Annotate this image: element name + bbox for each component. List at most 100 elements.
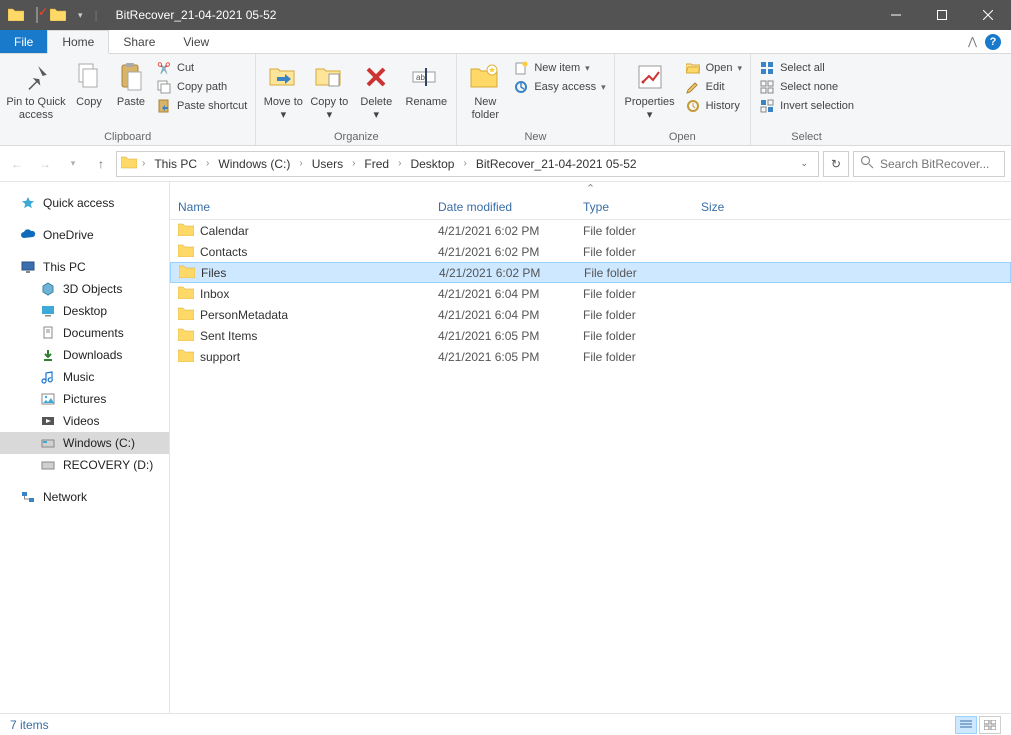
folder-icon: [121, 155, 137, 172]
ribbon-group-organize: Move to ▾ Copy to ▾ Delete▾ ab Rename Or…: [256, 54, 457, 145]
chevron-right-icon[interactable]: ›: [296, 158, 305, 169]
breadcrumb-item[interactable]: Desktop: [406, 157, 458, 171]
tab-share[interactable]: Share: [109, 30, 169, 53]
copy-to-button[interactable]: Copy to ▾: [306, 58, 352, 124]
chevron-right-icon[interactable]: ›: [460, 158, 469, 169]
nav-3d-objects[interactable]: 3D Objects: [0, 278, 169, 300]
copy-button[interactable]: Copy: [68, 58, 110, 111]
file-row[interactable]: Files4/21/2021 6:02 PMFile folder: [170, 262, 1011, 283]
minimize-button[interactable]: [873, 0, 919, 30]
easy-access-button[interactable]: Easy access ▾: [513, 79, 605, 95]
address-dropdown-icon[interactable]: ⌄: [794, 158, 814, 169]
delete-button[interactable]: Delete▾: [352, 58, 400, 124]
breadcrumb-item[interactable]: Fred: [360, 157, 393, 171]
nav-windows-c[interactable]: Windows (C:): [0, 432, 169, 454]
file-type: File folder: [575, 287, 693, 301]
music-icon: [40, 369, 56, 385]
qat-dropdown-icon[interactable]: ▾: [78, 10, 83, 21]
chevron-right-icon[interactable]: ›: [395, 158, 404, 169]
view-large-icons-button[interactable]: [979, 716, 1001, 734]
chevron-right-icon[interactable]: ›: [203, 158, 212, 169]
status-text: 7 items: [10, 718, 49, 732]
column-header-type[interactable]: Type: [575, 200, 693, 214]
chevron-right-icon[interactable]: ›: [349, 158, 358, 169]
copy-path-button[interactable]: Copy path: [156, 79, 247, 95]
ribbon: Pin to Quick access Copy Paste ✂️Cut Cop…: [0, 54, 1011, 146]
ribbon-group-label: Open: [619, 131, 746, 145]
breadcrumb-item[interactable]: Windows (C:): [214, 157, 294, 171]
tab-view[interactable]: View: [169, 30, 223, 53]
refresh-button[interactable]: ↻: [823, 151, 849, 177]
tab-file[interactable]: File: [0, 30, 47, 53]
file-row[interactable]: Sent Items4/21/2021 6:05 PMFile folder: [170, 325, 1011, 346]
file-row[interactable]: Calendar4/21/2021 6:02 PMFile folder: [170, 220, 1011, 241]
breadcrumb-item[interactable]: Users: [308, 157, 347, 171]
column-header-date[interactable]: Date modified: [430, 200, 575, 214]
recent-locations-button[interactable]: ▾: [62, 153, 84, 175]
select-none-button[interactable]: Select none: [759, 79, 854, 95]
qat-checkbox[interactable]: [36, 8, 38, 22]
nav-desktop[interactable]: Desktop: [0, 300, 169, 322]
new-folder-button[interactable]: New folder: [461, 58, 509, 124]
search-box[interactable]: [853, 151, 1005, 177]
ribbon-group-clipboard: Pin to Quick access Copy Paste ✂️Cut Cop…: [0, 54, 256, 145]
breadcrumb[interactable]: › This PC› Windows (C:)› Users› Fred› De…: [116, 151, 819, 177]
file-type: File folder: [575, 224, 693, 238]
cut-button[interactable]: ✂️Cut: [156, 60, 247, 76]
file-name: support: [200, 350, 240, 364]
rename-button[interactable]: ab Rename: [400, 58, 452, 111]
forward-button[interactable]: →: [34, 153, 56, 175]
nav-network[interactable]: Network: [0, 486, 169, 508]
pin-to-quick-access-button[interactable]: Pin to Quick access: [4, 58, 68, 124]
help-icon[interactable]: ?: [985, 34, 1001, 50]
nav-documents[interactable]: Documents: [0, 322, 169, 344]
maximize-button[interactable]: [919, 0, 965, 30]
properties-button[interactable]: Properties▾: [619, 58, 681, 124]
file-row[interactable]: Contacts4/21/2021 6:02 PMFile folder: [170, 241, 1011, 262]
nav-recovery-d[interactable]: RECOVERY (D:): [0, 454, 169, 476]
tab-home[interactable]: Home: [47, 30, 109, 54]
file-name: Files: [201, 266, 226, 280]
chevron-right-icon[interactable]: ›: [139, 158, 148, 169]
file-row[interactable]: support4/21/2021 6:05 PMFile folder: [170, 346, 1011, 367]
open-button[interactable]: Open ▾: [685, 60, 742, 76]
edit-icon: [685, 79, 701, 95]
nav-pictures[interactable]: Pictures: [0, 388, 169, 410]
history-button[interactable]: History: [685, 98, 742, 114]
file-date: 4/21/2021 6:04 PM: [430, 308, 575, 322]
edit-button[interactable]: Edit: [685, 79, 742, 95]
nav-downloads[interactable]: Downloads: [0, 344, 169, 366]
folder-icon: [178, 348, 194, 365]
nav-videos[interactable]: Videos: [0, 410, 169, 432]
paste-shortcut-button[interactable]: Paste shortcut: [156, 98, 247, 114]
file-row[interactable]: PersonMetadata4/21/2021 6:04 PMFile fold…: [170, 304, 1011, 325]
breadcrumb-item[interactable]: BitRecover_21-04-2021 05-52: [472, 157, 641, 171]
cube-icon: [40, 281, 56, 297]
column-header-name[interactable]: Name: [170, 200, 430, 214]
up-button[interactable]: ↑: [90, 153, 112, 175]
paste-button[interactable]: Paste: [110, 58, 152, 111]
column-header-size[interactable]: Size: [693, 200, 773, 214]
new-folder-label: New folder: [463, 96, 507, 122]
breadcrumb-item[interactable]: This PC: [150, 157, 201, 171]
copyto-label: Copy to ▾: [308, 96, 350, 122]
nav-music[interactable]: Music: [0, 366, 169, 388]
properties-icon: [637, 60, 663, 94]
move-to-button[interactable]: Move to ▾: [260, 58, 306, 124]
nav-quick-access[interactable]: Quick access: [0, 192, 169, 214]
view-details-button[interactable]: [955, 716, 977, 734]
nav-this-pc[interactable]: This PC: [0, 256, 169, 278]
close-button[interactable]: [965, 0, 1011, 30]
back-button[interactable]: ←: [6, 153, 28, 175]
moveto-label: Move to ▾: [262, 96, 304, 122]
invert-selection-button[interactable]: Invert selection: [759, 98, 854, 114]
copy-label: Copy: [76, 96, 102, 109]
collapse-ribbon-icon[interactable]: ⋀: [968, 35, 977, 48]
pin-label: Pin to Quick access: [6, 96, 66, 122]
search-input[interactable]: [880, 157, 1011, 171]
new-item-button[interactable]: New item ▾: [513, 60, 605, 76]
folder-icon: [178, 306, 194, 323]
file-row[interactable]: Inbox4/21/2021 6:04 PMFile folder: [170, 283, 1011, 304]
select-all-button[interactable]: Select all: [759, 60, 854, 76]
nav-onedrive[interactable]: OneDrive: [0, 224, 169, 246]
